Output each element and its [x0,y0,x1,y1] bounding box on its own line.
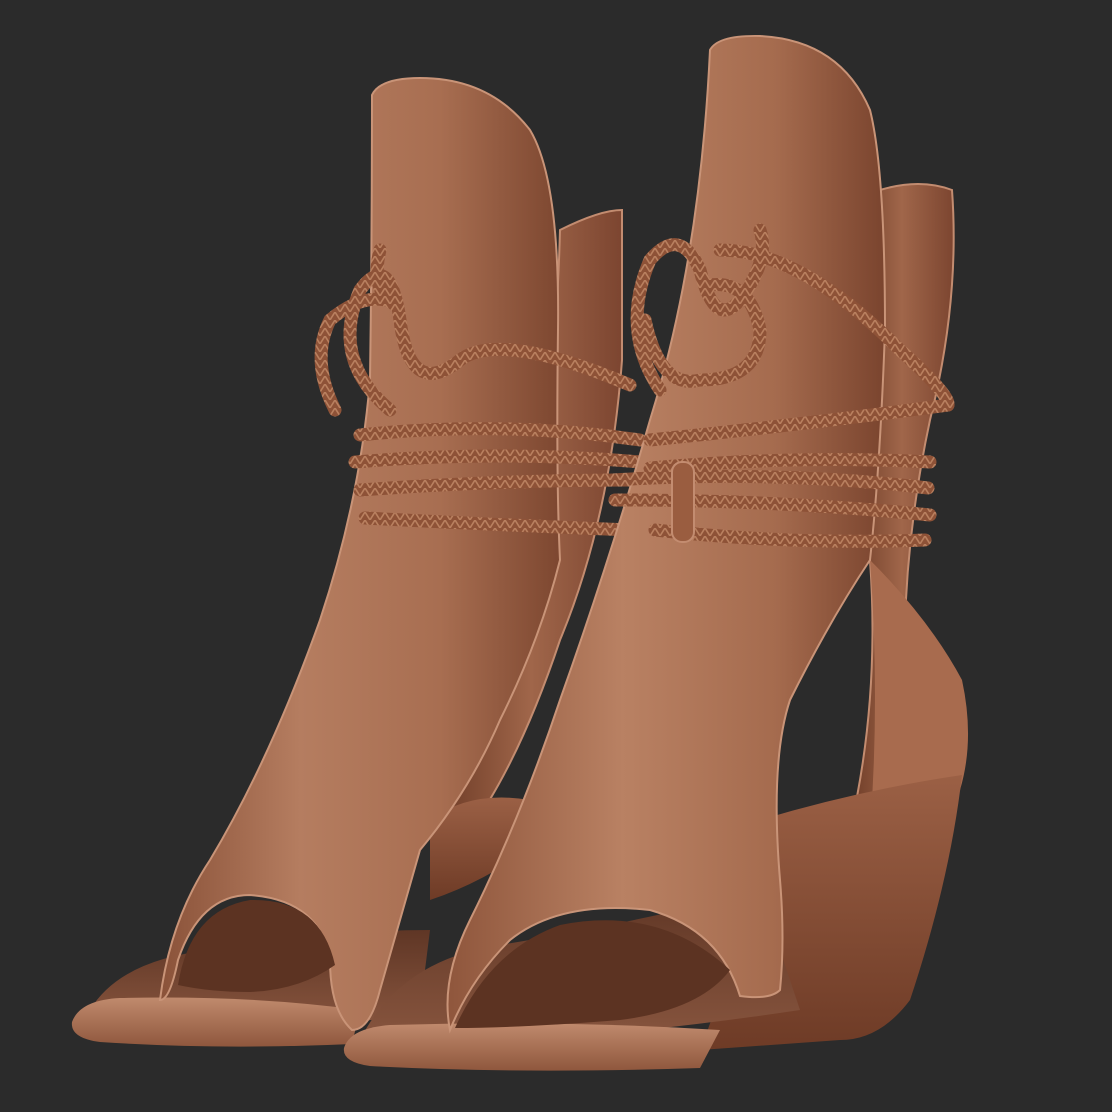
shoe-render-canvas [71,34,969,1071]
right-shoe-sole [343,1023,720,1071]
right-shoe-lace-keeper [671,461,695,543]
